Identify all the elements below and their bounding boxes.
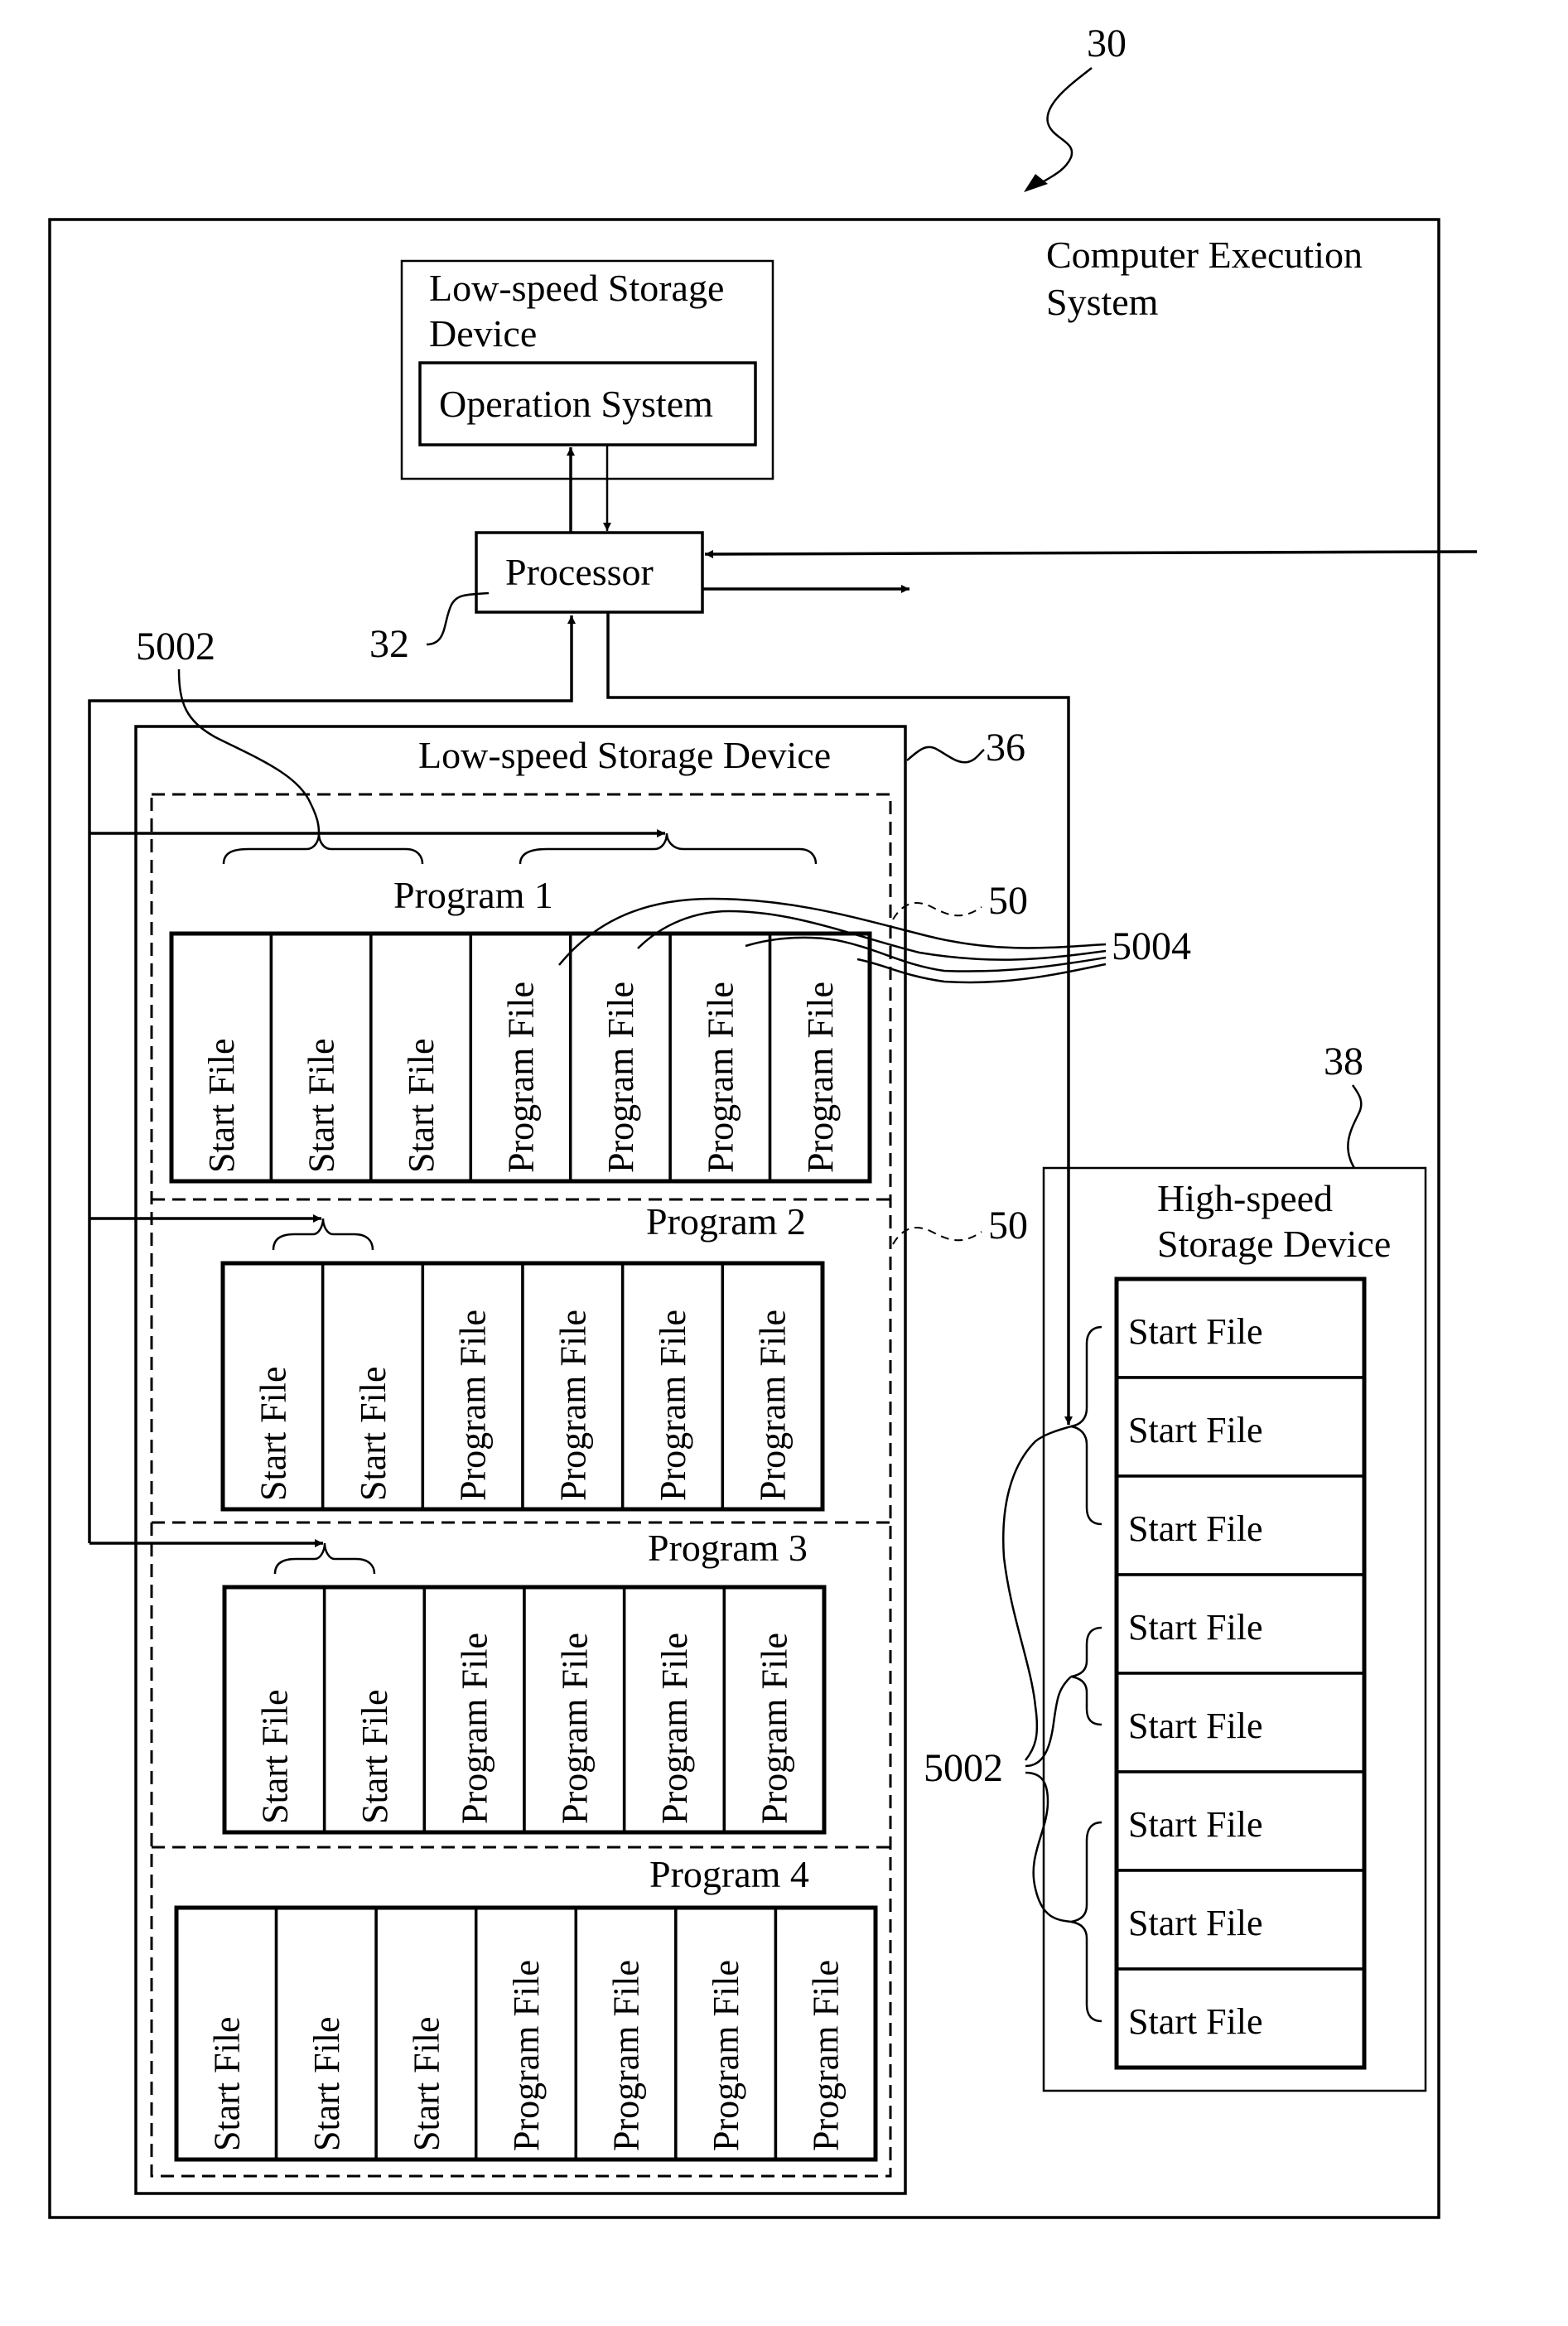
program2-label: Program 2 [646,1200,806,1243]
program-file-cell: Program File [422,1585,526,1834]
program-file-cell: Program File [568,932,672,1183]
program-file-cell: Program File [674,1906,778,2161]
start-file-cell: Start File [274,1906,378,2161]
file-cell-label: Program File [601,982,641,1173]
file-cell-label: Start File [1128,1706,1263,1746]
start-file-group-numeral-top: 5002 [136,625,215,668]
file-cell-label: Program File [700,982,741,1173]
start-file-cell: Start File [221,1262,325,1511]
file-cell-label: Start File [1128,2001,1263,2042]
high-speed-start-files: Start File Start File Start File Start File… [1114,1276,1367,2070]
program-file-cell: Program File [523,1585,626,1834]
program1-file-row: Start File Start File Start File Program Fi… [169,931,872,1184]
file-cell-label: Program File [501,982,542,1173]
file-cell-label: Program File [552,1310,593,1501]
program1-label: Program 1 [393,874,553,916]
file-cell-label: Start File [1128,1311,1263,1352]
start-file-cell: Start File [321,1262,425,1511]
start-file-cell: Start File [369,932,473,1183]
high-speed-start-file: Start File [1115,1376,1366,1478]
program-file-cell: Program File [421,1262,524,1511]
file-cell-label: Start File [1128,1903,1263,1943]
program-file-group-numeral: 5004 [1112,924,1191,968]
file-cell-label: Start File [306,2016,347,2151]
operation-system-label: Operation System [439,383,713,425]
processor-numeral: 32 [369,622,409,666]
program-file-cell: Program File [668,932,772,1183]
start-file-cell: Start File [269,932,373,1183]
file-cell-label: Start File [1128,1508,1263,1549]
program-file-cell: Program File [622,1585,726,1834]
high-speed-title-line1: High-speed [1157,1177,1333,1219]
program2-file-row: Start File Start File Program File Program … [220,1261,825,1512]
program3-file-row: Start File Start File Program File Program … [222,1585,827,1835]
low-speed-storage-title: Low-speed Storage Device [418,734,831,776]
start-file-cell: Start File [170,932,273,1183]
file-cell-label: Program File [453,1310,494,1501]
high-speed-start-file: Start File [1115,1573,1366,1675]
program-file-cell: Program File [721,1262,824,1511]
file-cell-label: Start File [406,2016,446,2151]
file-cell-label: Program File [653,1310,693,1501]
program-file-cell: Program File [469,932,572,1183]
file-cell-label: Program File [455,1633,495,1824]
high-speed-start-file: Start File [1115,1869,1366,1971]
high-speed-start-file: Start File [1115,1967,1366,2069]
figure-leader-arrowhead [1024,174,1048,192]
file-cell-label: Start File [1128,1607,1263,1648]
program4-file-row: Start File Start File Start File Program Fi… [174,1905,878,2162]
file-cell-label: Start File [254,1689,295,1824]
program-file-cell: Program File [768,932,871,1183]
file-cell-label: Program File [554,1633,595,1824]
system-label-line2: System [1046,281,1159,323]
high-speed-numeral: 38 [1324,1040,1363,1083]
file-cell-label: Start File [353,1366,393,1501]
file-cell-label: Program File [606,1960,647,2151]
file-cell-label: Program File [800,982,841,1173]
program-file-cell: Program File [521,1262,625,1511]
file-cell-label: Start File [253,1366,293,1501]
start-file-cell: Start File [175,1906,278,2161]
os-storage-title-line2: Device [429,312,537,355]
file-cell-label: Program File [806,1960,847,2151]
start-file-cell: Start File [322,1585,427,1834]
start-file-cell: Start File [223,1585,326,1834]
figure-leader-line [1035,67,1093,188]
file-cell-label: Start File [401,1038,441,1173]
start-file-cell: Start File [374,1906,478,2161]
storage-system-diagram: 30 Computer Execution System Low-speed S… [48,22,1478,2219]
file-cell-label: Program File [755,1633,795,1824]
file-cell-label: Start File [201,1038,242,1173]
file-cell-label: Program File [654,1633,695,1824]
low-speed-storage-numeral: 36 [986,726,1025,770]
program-file-cell: Program File [722,1585,826,1834]
program3-label: Program 3 [648,1527,808,1569]
processor-label: Processor [505,551,654,593]
program-file-cell: Program File [474,1906,578,2161]
program-file-cell: Program File [774,1906,877,2161]
start-file-group-numeral-right: 5002 [924,1746,1003,1790]
file-cell-label: Program File [753,1310,794,1501]
high-speed-start-file: Start File [1115,1474,1366,1576]
file-cell-label: Program File [506,1960,547,2151]
file-cell-label: Start File [1128,1804,1263,1845]
file-cell-label: Start File [206,2016,247,2151]
figure-numeral: 30 [1087,22,1127,65]
program-block-numeral: 50 [988,879,1028,923]
program-block-numeral-2: 50 [988,1204,1028,1247]
high-speed-start-file: Start File [1115,1277,1366,1379]
file-cell-label: Start File [302,1038,342,1173]
high-speed-title-line2: Storage Device [1157,1223,1391,1265]
program-file-cell: Program File [574,1906,678,2161]
os-storage-title-line1: Low-speed Storage [429,267,724,309]
program4-label: Program 4 [649,1853,809,1895]
program-file-cell: Program File [620,1262,725,1511]
high-speed-start-file: Start File [1115,1672,1366,1773]
system-label-line1: Computer Execution [1046,234,1363,276]
file-cell-label: Start File [1128,1410,1263,1450]
file-cell-label: Start File [355,1689,395,1824]
high-speed-start-file: Start File [1115,1770,1366,1872]
file-cell-label: Program File [706,1960,746,2151]
